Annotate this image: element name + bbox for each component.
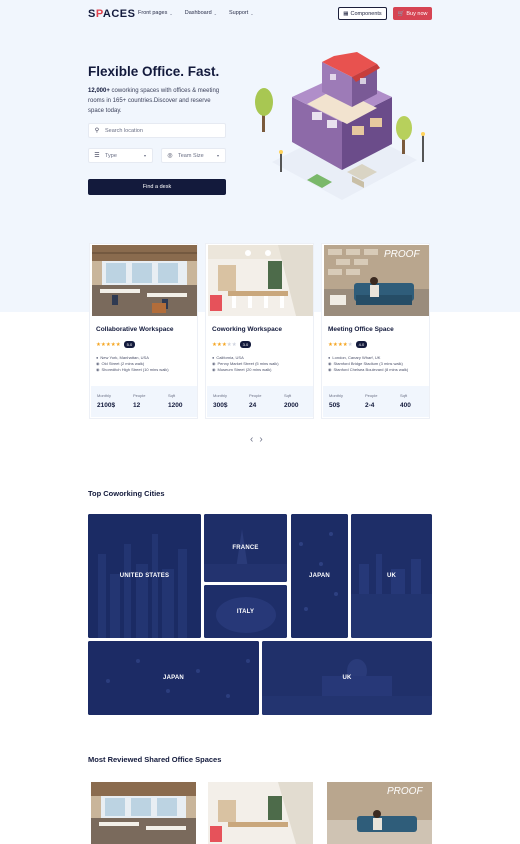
stat-sqft: Sqft 400 — [400, 393, 411, 409]
workspace-card[interactable]: Collaborative Workspace ★★★★★ 5.0 ● New Y… — [89, 243, 198, 419]
rating-badge: 4.0 — [355, 341, 368, 348]
location-line: ◉ Shoreditch High Street (10 mins walk) — [96, 367, 169, 372]
buy-now-button[interactable]: 🛒 Buy now — [393, 7, 432, 20]
stat-people: People 12 — [133, 393, 146, 409]
section-title-most-reviewed: Most Reviewed Shared Office Spaces — [88, 755, 222, 764]
city-tile-france[interactable]: FRANCE — [204, 514, 287, 582]
chevron-down-icon: ⌄ — [213, 10, 217, 16]
reviewed-photo[interactable] — [91, 782, 196, 844]
location-line: ◉ Stanford Chelsea Boulevard (8 mins walk… — [328, 367, 409, 372]
cart-icon: 🛒 — [397, 10, 405, 17]
stat-monthly: Monthly 300$ — [213, 393, 228, 409]
city-tile-uk[interactable]: UK — [262, 641, 432, 715]
location-pin-icon: ⚲ — [94, 128, 100, 134]
city-tile-italy[interactable]: ITALY — [204, 585, 287, 638]
card-stats: Monthly 50$ People 2-4 Sqft 400 — [323, 386, 429, 417]
city-tile-united-states[interactable]: UNITED STATES — [88, 514, 201, 638]
chevron-down-icon: ⌄ — [250, 10, 254, 16]
nav-item-support[interactable]: Support ⌄ — [229, 10, 254, 16]
filter-icon: ☰ — [94, 153, 100, 159]
location-pin-icon: ● — [328, 355, 331, 360]
grid-icon: ▦ — [343, 10, 349, 17]
hero-title: Flexible Office. Fast. — [88, 64, 220, 79]
card-rating: ★★★★★ 5.0 — [96, 341, 136, 348]
stat-sqft: Sqft 1200 — [168, 393, 183, 409]
search-location-input[interactable]: ⚲ Search location — [88, 123, 226, 138]
card-rating: ★★★★★ 3.0 — [212, 341, 252, 348]
card-title[interactable]: Meeting Office Space — [328, 326, 394, 333]
card-locations: ● New York, Manhattan, USA ◉ Old Street (2… — [96, 355, 169, 373]
card-stats: Monthly 2100$ People 12 Sqft 1200 — [91, 386, 197, 417]
card-title[interactable]: Coworking Workspace — [212, 326, 282, 333]
stat-monthly: Monthly 2100$ — [97, 393, 116, 409]
chevron-down-icon: ▾ — [143, 153, 146, 158]
section-title-cities: Top Coworking Cities — [88, 489, 165, 498]
chevron-right-icon[interactable]: › — [259, 434, 262, 445]
stars-icon: ★★★★★ — [212, 341, 237, 348]
workspace-card[interactable]: PROOF Meeting Office Space ★★★★★ 4.0 ● Lo… — [321, 243, 430, 419]
building-illustration — [255, 52, 425, 200]
card-photo: PROOF — [324, 245, 429, 316]
location-pin-icon: ● — [212, 355, 215, 360]
location-pin-icon: ◉ — [212, 361, 216, 366]
team-icon: ◎ — [167, 153, 173, 159]
location-pin-icon: ◉ — [96, 361, 100, 366]
chevron-left-icon[interactable]: ‹ — [250, 434, 253, 445]
nav-item-dashboard[interactable]: Dashboard ⌄ — [185, 10, 217, 16]
card-photo — [208, 245, 313, 316]
stars-icon: ★★★★★ — [96, 341, 121, 348]
card-locations: ● California, USA ◉ Penny Market Street (5… — [212, 355, 279, 373]
rating-badge: 5.0 — [123, 341, 136, 348]
chevron-down-icon: ▾ — [216, 153, 219, 158]
svg-text:PROOF: PROOF — [387, 786, 423, 797]
nav-item-front-pages[interactable]: Front pages ⌄ — [138, 10, 173, 16]
city-tile-japan[interactable]: JAPAN — [88, 641, 259, 715]
reviewed-photo[interactable]: PROOF — [327, 782, 432, 844]
chevron-down-icon: ⌄ — [169, 10, 173, 16]
location-line: ◉ Museum Street (20 mins walk) — [212, 367, 272, 372]
location-pin-icon: ◉ — [328, 367, 332, 372]
stat-people: People 2-4 — [365, 393, 378, 409]
find-desk-button[interactable]: Find a desk — [88, 179, 226, 195]
card-stats: Monthly 300$ People 24 Sqft 2000 — [207, 386, 313, 417]
type-select[interactable]: ☰ Type ▾ — [88, 148, 153, 163]
location-pin-icon: ◉ — [328, 361, 332, 366]
hero-description: 12,000+ coworking spaces with offices & … — [88, 88, 220, 114]
nav-menu: Front pages ⌄ Dashboard ⌄ Support ⌄ — [138, 10, 254, 16]
workspace-card[interactable]: Coworking Workspace ★★★★★ 3.0 ● Californi… — [205, 243, 314, 419]
carousel-pager: ‹ › — [250, 434, 263, 445]
card-photo — [92, 245, 197, 316]
svg-text:PROOF: PROOF — [384, 249, 420, 260]
team-size-select[interactable]: ◎ Team Size ▾ — [161, 148, 226, 163]
rating-badge: 3.0 — [239, 341, 252, 348]
stat-sqft: Sqft 2000 — [284, 393, 299, 409]
logo[interactable]: SPACES — [88, 8, 135, 20]
location-pin-icon: ● — [96, 355, 99, 360]
card-rating: ★★★★★ 4.0 — [328, 341, 368, 348]
city-tile-japan[interactable]: JAPAN — [291, 514, 348, 638]
location-pin-icon: ◉ — [96, 367, 100, 372]
stat-people: People 24 — [249, 393, 262, 409]
card-locations: ● London, Canary Wharf, UK ◉ Stamford Brid… — [328, 355, 408, 373]
components-button[interactable]: ▦ Components — [338, 7, 387, 20]
city-tile-uk[interactable]: UK — [351, 514, 432, 638]
card-title[interactable]: Collaborative Workspace — [96, 326, 174, 333]
reviewed-photo[interactable] — [208, 782, 313, 844]
stat-monthly: Monthly 50$ — [329, 393, 344, 409]
navbar: SPACES Front pages ⌄ Dashboard ⌄ Support ⌄ … — [0, 0, 520, 28]
location-pin-icon: ◉ — [212, 367, 216, 372]
stars-icon: ★★★★★ — [328, 341, 353, 348]
